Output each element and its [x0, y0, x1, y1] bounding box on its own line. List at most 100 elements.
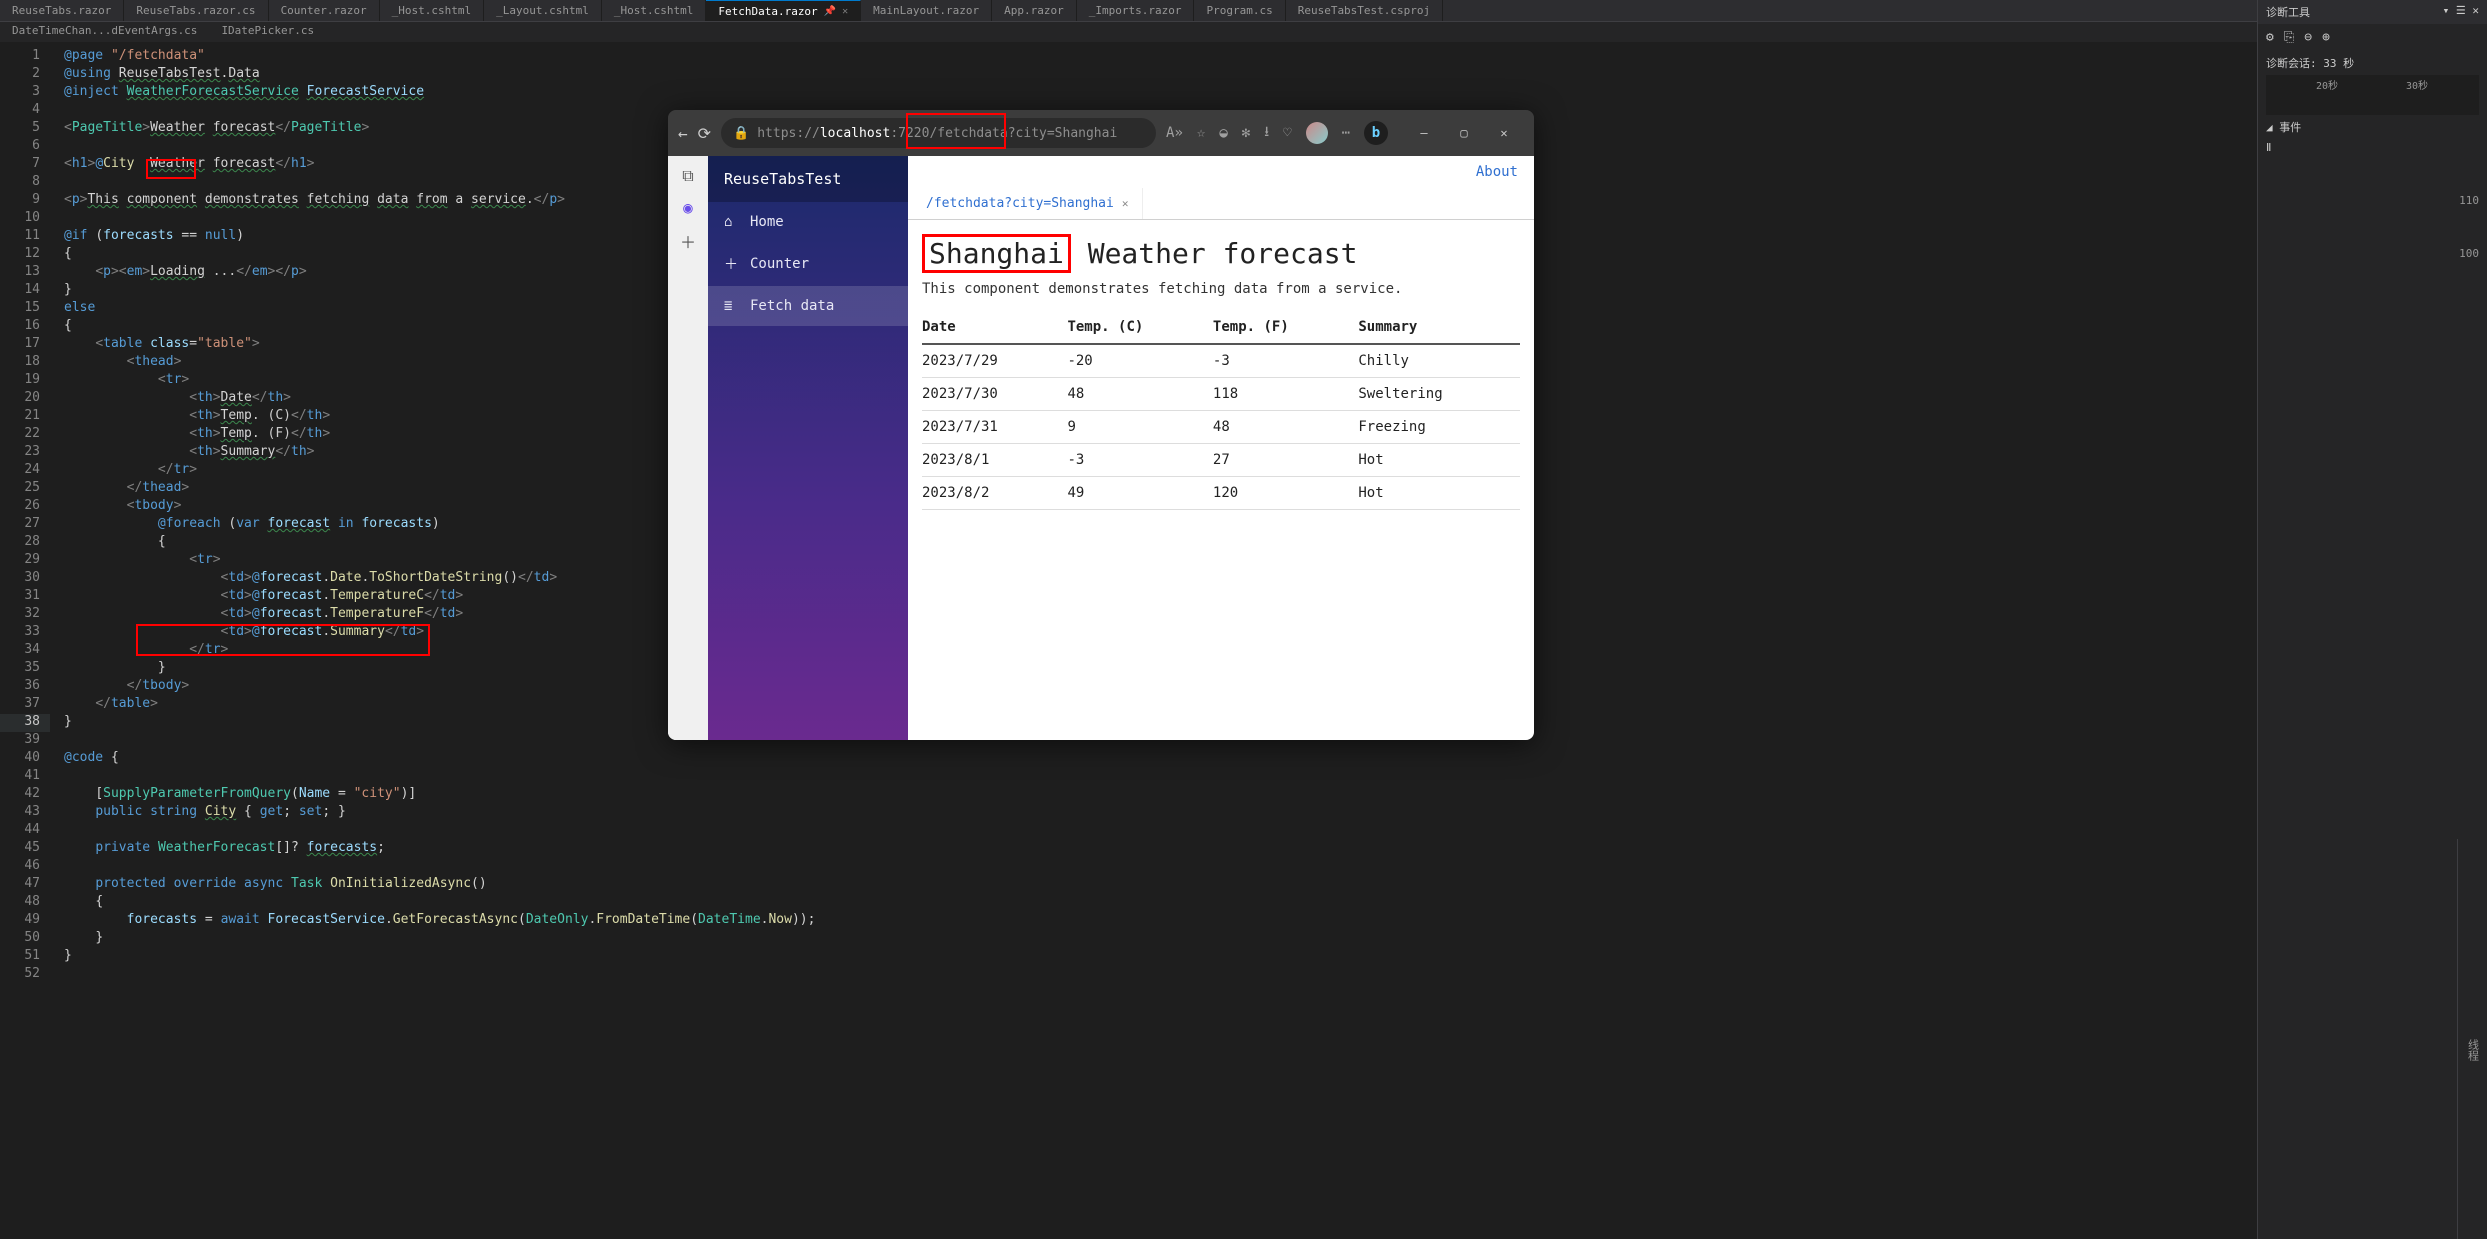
vs-subtab-strip: DateTimeChan...dEventArgs.csIDatePicker.…: [0, 22, 2487, 42]
vs-tab[interactable]: Counter.razor: [269, 0, 380, 21]
close-icon[interactable]: ✕: [1122, 197, 1129, 210]
page-subtitle: This component demonstrates fetching dat…: [922, 281, 1520, 297]
table-cell: Hot: [1358, 477, 1520, 510]
maximize-button[interactable]: ▢: [1444, 110, 1484, 156]
diag-events[interactable]: ◢ 事件: [2266, 119, 2479, 135]
table-cell: 48: [1213, 411, 1358, 444]
nav-icon: ≣: [724, 298, 740, 314]
table-row: 2023/7/29-20-3Chilly: [922, 344, 1520, 378]
nav-icon: ＋: [724, 254, 740, 274]
table-cell: 2023/8/1: [922, 444, 1067, 477]
lock-icon: 🔒: [733, 126, 749, 141]
table-cell: -3: [1213, 344, 1358, 378]
browser-window: ← ⟳ 🔒 https://localhost:7220/fetchdata?c…: [668, 110, 1534, 740]
vs-tab[interactable]: ReuseTabsTest.csproj: [1286, 0, 1443, 21]
table-cell: Sweltering: [1358, 378, 1520, 411]
tick-20: 20秒: [2316, 77, 2338, 92]
url-scheme: https://: [757, 126, 820, 141]
vs-tab[interactable]: ReuseTabs.razor: [0, 0, 124, 21]
download-icon[interactable]: ⭳: [1264, 121, 1269, 145]
gear-icon[interactable]: ⚙: [2266, 30, 2274, 45]
tick-30: 30秒: [2406, 77, 2428, 92]
vs-tab[interactable]: ReuseTabs.razor.cs: [124, 0, 268, 21]
table-cell: Hot: [1358, 444, 1520, 477]
back-icon[interactable]: ←: [678, 124, 688, 143]
address-bar[interactable]: 🔒 https://localhost:7220/fetchdata?city=…: [721, 118, 1156, 148]
page-title: Shanghai Weather forecast: [922, 234, 1520, 273]
reuse-tab[interactable]: /fetchdata?city=Shanghai ✕: [912, 188, 1143, 219]
vs-tab[interactable]: MainLayout.razor: [861, 0, 992, 21]
h1-rest: Weather forecast: [1071, 237, 1358, 270]
table-cell: 120: [1213, 477, 1358, 510]
diag-title: 诊断工具: [2266, 4, 2310, 20]
nav-item[interactable]: ＋ Counter: [708, 242, 908, 286]
app-brand[interactable]: ReuseTabsTest: [708, 156, 908, 202]
table-cell: 118: [1213, 378, 1358, 411]
app-main: About /fetchdata?city=Shanghai ✕ Shangha…: [908, 156, 1534, 740]
table-cell: -20: [1067, 344, 1212, 378]
table-cell: 9: [1067, 411, 1212, 444]
annotation-box-url: [906, 113, 1006, 149]
edge-sidebar: ⧉ ◉ ＋: [668, 156, 708, 740]
edge-tabs-icon[interactable]: ⧉: [682, 166, 693, 186]
extension1-icon[interactable]: ◒: [1219, 125, 1227, 141]
refresh-icon[interactable]: ⟳: [698, 124, 711, 143]
zoom-in-icon[interactable]: ⊕: [2322, 30, 2330, 45]
reuse-tab-strip: /fetchdata?city=Shanghai ✕: [908, 188, 1534, 220]
table-cell: 2023/7/31: [922, 411, 1067, 444]
line-number-gutter: 1234567891011121314151617181920212223242…: [0, 42, 50, 1239]
table-header: Temp. (F): [1213, 311, 1358, 344]
vs-tab-strip: ReuseTabs.razorReuseTabs.razor.csCounter…: [0, 0, 2487, 22]
about-link[interactable]: About: [1476, 164, 1518, 180]
nav-item[interactable]: ≣Fetch data: [708, 286, 908, 326]
close-button[interactable]: ✕: [1484, 110, 1524, 156]
vs-tab[interactable]: Program.cs: [1194, 0, 1285, 21]
diag-session-label: 诊断会话: 33 秒: [2266, 55, 2479, 71]
minimize-button[interactable]: ―: [1404, 110, 1444, 156]
vs-tab[interactable]: App.razor: [992, 0, 1077, 21]
extension2-icon[interactable]: ✻: [1242, 125, 1250, 141]
vs-tab[interactable]: _Imports.razor: [1077, 0, 1195, 21]
collections-icon[interactable]: ♡: [1283, 125, 1291, 141]
h1-city: Shanghai: [922, 234, 1071, 273]
vs-tab[interactable]: _Layout.cshtml: [484, 0, 602, 21]
scale-100: 100: [2266, 247, 2479, 260]
edge-add-icon[interactable]: ＋: [680, 229, 696, 253]
nav-item[interactable]: ⌂Home: [708, 202, 908, 242]
nav-label: Counter: [750, 256, 809, 272]
vs-subtab[interactable]: DateTimeChan...dEventArgs.cs: [0, 22, 209, 42]
vs-subtab[interactable]: IDatePicker.cs: [209, 22, 326, 42]
table-cell: Chilly: [1358, 344, 1520, 378]
annotation-box-property: [136, 624, 430, 656]
nav-icon: ⌂: [724, 214, 740, 230]
bing-icon[interactable]: b: [1364, 121, 1388, 145]
app-nav: ReuseTabsTest ⌂Home ＋ Counter ≣Fetch data: [708, 156, 908, 740]
table-cell: 27: [1213, 444, 1358, 477]
table-row: 2023/8/249120Hot: [922, 477, 1520, 510]
table-cell: 49: [1067, 477, 1212, 510]
vs-tab[interactable]: _Host.cshtml: [380, 0, 484, 21]
diag-pause[interactable]: Ⅱ: [2266, 141, 2479, 154]
table-cell: 2023/8/2: [922, 477, 1067, 510]
table-cell: 48: [1067, 378, 1212, 411]
diag-timeline[interactable]: 20秒 30秒: [2266, 75, 2479, 115]
export-icon[interactable]: ⎘: [2284, 30, 2294, 45]
annotation-box-city: [146, 159, 196, 179]
zoom-out-icon[interactable]: ⊖: [2304, 30, 2312, 45]
diag-menu-icon[interactable]: ▾ ☰ ✕: [2443, 4, 2479, 20]
scale-110: 110: [2266, 194, 2479, 207]
thread-label[interactable]: 线程: [2465, 1039, 2481, 1061]
browser-action-icons: A» ☆ ◒ ✻ ⭳ ♡ ⋯ b: [1166, 121, 1388, 145]
avatar[interactable]: [1306, 122, 1328, 144]
favorite-icon[interactable]: ☆: [1197, 125, 1205, 141]
table-row: 2023/7/31948Freezing: [922, 411, 1520, 444]
right-tool-strip: 线程: [2457, 839, 2487, 1239]
diag-toolbar: ⚙ ⎘ ⊖ ⊕: [2258, 24, 2487, 51]
table-row: 2023/7/3048118Sweltering: [922, 378, 1520, 411]
more-icon[interactable]: ⋯: [1342, 125, 1350, 141]
vs-tab[interactable]: FetchData.razor📌✕: [706, 0, 861, 21]
table-cell: 2023/7/30: [922, 378, 1067, 411]
read-aloud-icon[interactable]: A»: [1166, 125, 1183, 141]
edge-ext-icon[interactable]: ◉: [683, 198, 693, 217]
vs-tab[interactable]: _Host.cshtml: [602, 0, 706, 21]
